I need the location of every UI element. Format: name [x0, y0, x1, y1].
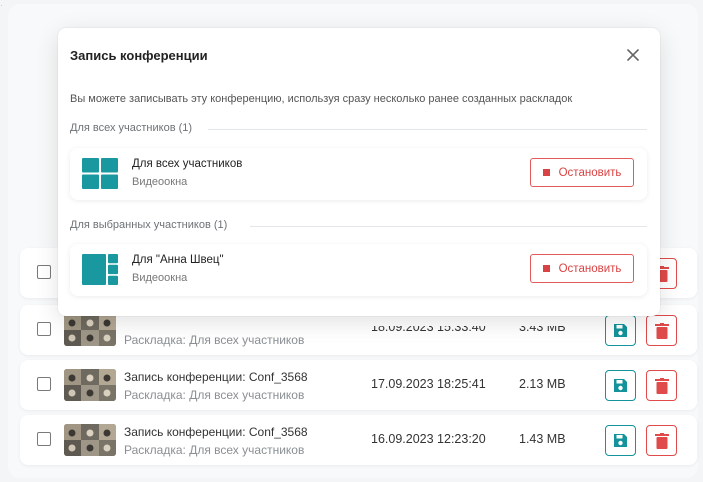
row-title: Запись конференции: Conf_3568	[124, 370, 308, 384]
recording-dialog: Запись конференции Вы можете записывать …	[58, 28, 660, 316]
section-label-selected: Для выбранных участников (1)	[70, 219, 228, 231]
delete-button[interactable]	[646, 370, 677, 401]
layout-card-selected: Для "Анна Швец" Видеоокна Остановить	[70, 244, 647, 296]
row-layout: Раскладка: Для всех участников	[124, 388, 305, 402]
stop-button-label: Остановить	[558, 262, 622, 275]
row-checkbox[interactable]	[37, 322, 51, 336]
grid-focus-icon	[82, 254, 118, 285]
stop-recording-button[interactable]: Остановить	[530, 254, 634, 283]
row-checkbox[interactable]	[37, 377, 51, 391]
delete-button[interactable]	[646, 425, 677, 456]
row-size: 1.43 MB	[519, 432, 566, 446]
row-date: 18.09.2023 15:33:40	[371, 320, 486, 334]
card-subtitle: Видеоокна	[132, 176, 188, 188]
floppy-disk-icon	[614, 379, 627, 392]
card-title: Для "Анна Швец"	[132, 254, 224, 266]
card-subtitle: Видеоокна	[132, 272, 188, 284]
section-divider	[208, 129, 647, 130]
floppy-disk-icon	[614, 434, 627, 447]
trash-icon	[654, 377, 669, 394]
row-size: 2.13 MB	[519, 377, 566, 391]
floppy-disk-icon	[614, 324, 627, 337]
section-divider	[250, 226, 647, 227]
row-title: Запись конференции: Conf_3568	[124, 425, 308, 439]
save-button[interactable]	[605, 370, 636, 401]
table-row[interactable]: Запись конференции: Conf_3568 Раскладка:…	[20, 360, 697, 410]
layout-card-all: Для всех участников Видеоокна Остановить	[70, 148, 647, 200]
row-checkbox[interactable]	[37, 265, 51, 279]
close-icon[interactable]	[624, 46, 642, 64]
recording-thumbnail	[64, 314, 116, 346]
stop-recording-button[interactable]: Остановить	[530, 158, 634, 187]
dialog-title: Запись конференции	[70, 48, 208, 63]
delete-button[interactable]	[646, 315, 677, 346]
save-button[interactable]	[605, 425, 636, 456]
row-size: 3.43 MB	[519, 320, 566, 334]
stop-button-label: Остановить	[558, 166, 622, 179]
row-date: 17.09.2023 18:25:41	[371, 377, 486, 391]
row-layout: Раскладка: Для всех участников	[124, 443, 305, 457]
card-title: Для всех участников	[132, 158, 243, 170]
dialog-description: Вы можете записывать эту конференцию, ис…	[70, 93, 573, 105]
grid-2x2-icon	[82, 158, 118, 189]
row-layout: Раскладка: Для всех участников	[124, 333, 305, 347]
stop-square-icon	[542, 169, 550, 176]
section-label-all: Для всех участников (1)	[70, 122, 193, 134]
recording-thumbnail	[64, 369, 116, 401]
row-checkbox[interactable]	[37, 432, 51, 446]
recording-thumbnail	[64, 424, 116, 456]
trash-icon	[654, 432, 669, 449]
table-row[interactable]: Запись конференции: Conf_3568 Раскладка:…	[20, 415, 697, 465]
corner-fragment: ·	[0, 0, 3, 10]
trash-icon	[654, 322, 669, 339]
save-button[interactable]	[605, 315, 636, 346]
row-date: 16.09.2023 12:23:20	[371, 432, 486, 446]
stop-square-icon	[542, 265, 550, 272]
